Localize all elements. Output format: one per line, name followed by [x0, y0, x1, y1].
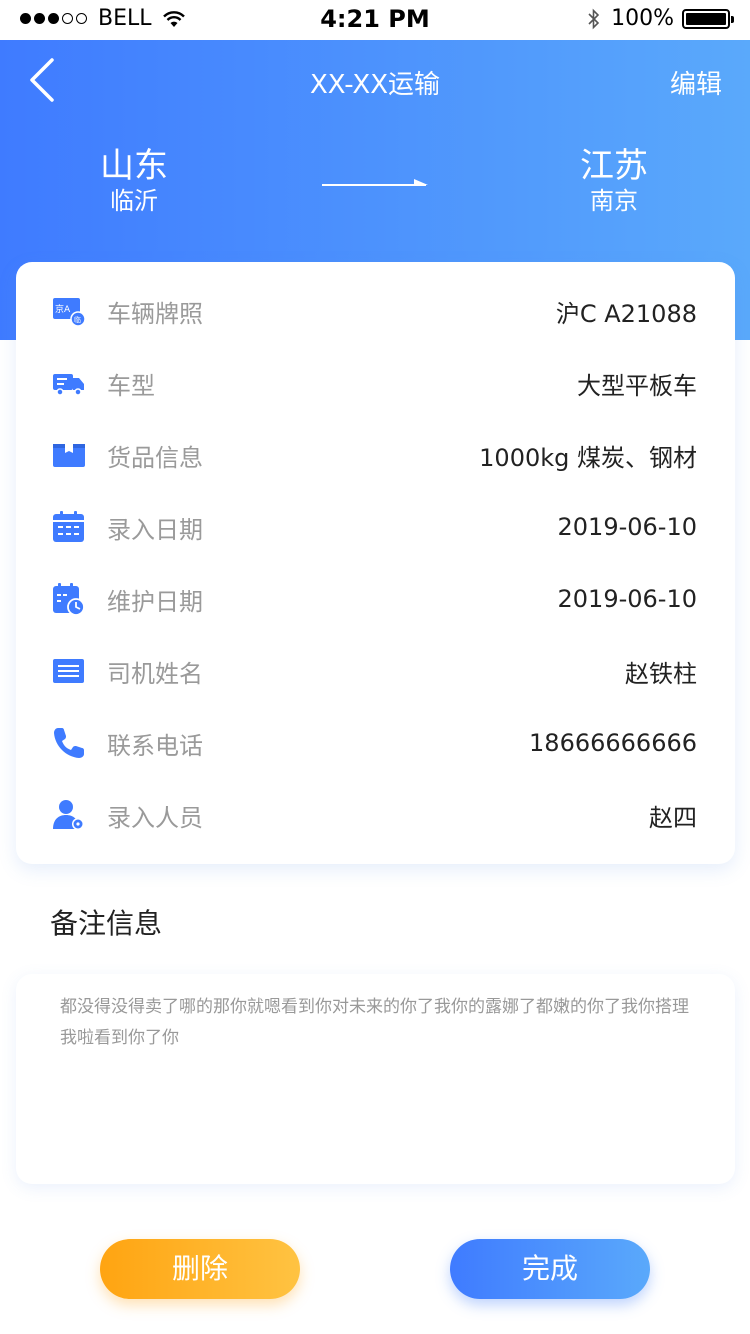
calendar-clock-icon: [53, 583, 85, 616]
info-value: 大型平板车: [577, 371, 697, 400]
package-icon: [53, 444, 85, 467]
remark-textarea[interactable]: 都没得没得卖了哪的那你就嗯看到你对未来的你了我你的露娜了都嫩的你了我你搭理我啦看…: [16, 974, 735, 1184]
remark-title: 备注信息: [50, 907, 163, 940]
info-label: 维护日期: [107, 587, 203, 616]
info-label: 录入日期: [107, 515, 203, 544]
info-value: 2019-06-10: [557, 585, 697, 613]
edit-button[interactable]: 编辑: [670, 64, 722, 101]
route-arrow-icon: [322, 179, 428, 186]
vehicle-info-card: 京A 临 车辆牌照 沪C A21088 车型 大型平板车 货品信息 1000kg…: [16, 262, 735, 864]
info-row-license: 京A 临 车辆牌照 沪C A21088: [16, 275, 735, 347]
calendar-icon: [53, 511, 84, 542]
info-value: 赵四: [649, 803, 697, 832]
delete-button[interactable]: 删除: [100, 1239, 300, 1299]
truck-icon: [53, 374, 84, 396]
info-row-phone: 联系电话 18666666666: [16, 707, 735, 779]
info-row-maintenance-date: 维护日期 2019-06-10: [16, 563, 735, 635]
info-value: 赵铁柱: [625, 659, 697, 688]
status-right: 100%: [587, 6, 734, 31]
page-title: XX-XX运输: [309, 70, 441, 100]
destination-province: 江苏: [580, 146, 648, 186]
info-value: 沪C A21088: [555, 299, 697, 328]
info-value: 1000kg 煤炭、钢材: [479, 443, 697, 472]
info-value: 18666666666: [529, 729, 697, 757]
info-value: 2019-06-10: [557, 513, 697, 541]
info-label: 司机姓名: [107, 659, 203, 688]
license-plate-icon: 京A 临: [53, 298, 86, 327]
battery-icon: [682, 8, 734, 29]
battery-percent: 100%: [611, 6, 674, 31]
origin-city: 临沂: [110, 187, 158, 215]
svg-text:临: 临: [74, 315, 81, 324]
user-settings-icon: [53, 800, 84, 830]
phone-icon: [54, 728, 84, 758]
info-label: 联系电话: [107, 731, 203, 760]
info-row-driver-name: 司机姓名 赵铁柱: [16, 635, 735, 707]
destination-location: 江苏 南京: [534, 146, 694, 216]
info-label: 录入人员: [107, 803, 203, 832]
info-row-goods: 货品信息 1000kg 煤炭、钢材: [16, 419, 735, 491]
info-row-entry-date: 录入日期 2019-06-10: [16, 491, 735, 563]
info-row-vehicle-type: 车型 大型平板车: [16, 347, 735, 419]
remark-text: 都没得没得卖了哪的那你就嗯看到你对未来的你了我你的露娜了都嫩的你了我你搭理我啦看…: [60, 997, 689, 1048]
info-label: 车辆牌照: [107, 299, 203, 328]
status-bar: BELL 4:21 PM 100%: [0, 0, 750, 40]
info-row-entry-person: 录入人员 赵四: [16, 779, 735, 851]
info-label: 车型: [107, 371, 155, 400]
origin-location: 山东 临沂: [54, 146, 214, 216]
destination-city: 南京: [590, 187, 638, 215]
origin-province: 山东: [100, 146, 168, 186]
info-label: 货品信息: [107, 443, 203, 472]
bluetooth-icon: [588, 8, 600, 29]
svg-text:京A: 京A: [55, 303, 71, 315]
done-button[interactable]: 完成: [450, 1239, 650, 1299]
id-card-icon: [53, 659, 84, 683]
